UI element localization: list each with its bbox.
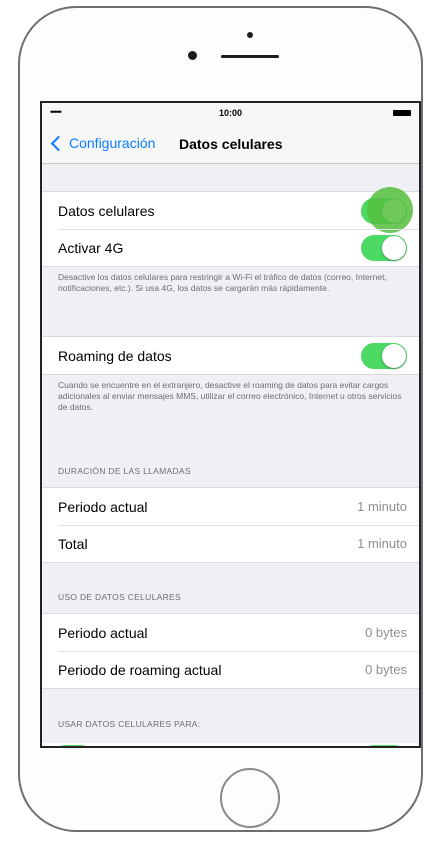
data-roaming-label: Roaming de datos [58,347,172,364]
app-cellular-toggle[interactable] [361,745,407,746]
row-label: Periodo actual [58,498,148,515]
enable-4g-row: Activar 4G [42,229,419,266]
usage-group: Periodo actual 0 bytes Periodo de roamin… [42,613,419,689]
data-roaming-toggle[interactable] [361,342,407,369]
row-label: Periodo actual [58,624,148,641]
row-value: 0 bytes [365,625,407,640]
status-bar: ••••• 10:00 [42,103,419,123]
earpiece-speaker [221,55,279,58]
row-label: Total [58,535,88,552]
sensor-dot [247,32,253,38]
roaming-group: Roaming de datos [42,336,419,375]
calls-total-row: Total 1 minuto [42,525,419,562]
calls-group: Periodo actual 1 minuto Total 1 minuto [42,487,419,563]
row-label: Periodo de roaming actual [58,661,222,678]
row-value: 1 minuto [357,499,407,514]
cellular-footnote: Desactive los datos celulares para restr… [58,272,387,293]
usage-current-period-row: Periodo actual 0 bytes [42,614,419,651]
screen: ••••• 10:00 Configuración Datos celulare… [40,101,421,748]
data-roaming-row: Roaming de datos [42,337,419,374]
chevron-left-icon [50,135,67,151]
app-row-partial [42,743,419,746]
touch-indicator [367,186,413,233]
status-time: 10:00 [218,108,243,118]
navigation-bar: Configuración Datos celulares [42,123,419,164]
app-icon [58,745,88,746]
roaming-footnote: Cuando se encuentre en el extranjero, de… [58,380,402,412]
section-header-calls: DURACIÓN DE LAS LLAMADAS [58,466,191,476]
calls-current-period-row: Periodo actual 1 minuto [42,488,419,525]
cellular-data-label: Datos celulares [58,202,155,219]
section-header-apps: USAR DATOS CELULARES PARA: [58,719,201,729]
toggle-knob [382,343,406,368]
back-label: Configuración [69,135,156,151]
usage-roaming-period-row: Periodo de roaming actual 0 bytes [42,651,419,688]
cellular-group: Datos celulares Activar 4G [42,186,419,267]
row-value: 1 minuto [357,536,407,551]
front-camera [188,51,197,60]
battery-icon [393,110,411,116]
enable-4g-label: Activar 4G [58,239,124,256]
section-header-usage: USO DE DATOS CELULARES [58,592,181,602]
toggle-knob [382,235,406,260]
page-title: Datos celulares [179,136,283,152]
home-button[interactable] [220,768,280,828]
cellular-data-row: Datos celulares [42,186,419,233]
row-value: 0 bytes [365,662,407,677]
enable-4g-toggle[interactable] [361,234,407,261]
back-button[interactable]: Configuración [50,131,155,155]
cellular-data-toggle[interactable] [361,186,413,233]
